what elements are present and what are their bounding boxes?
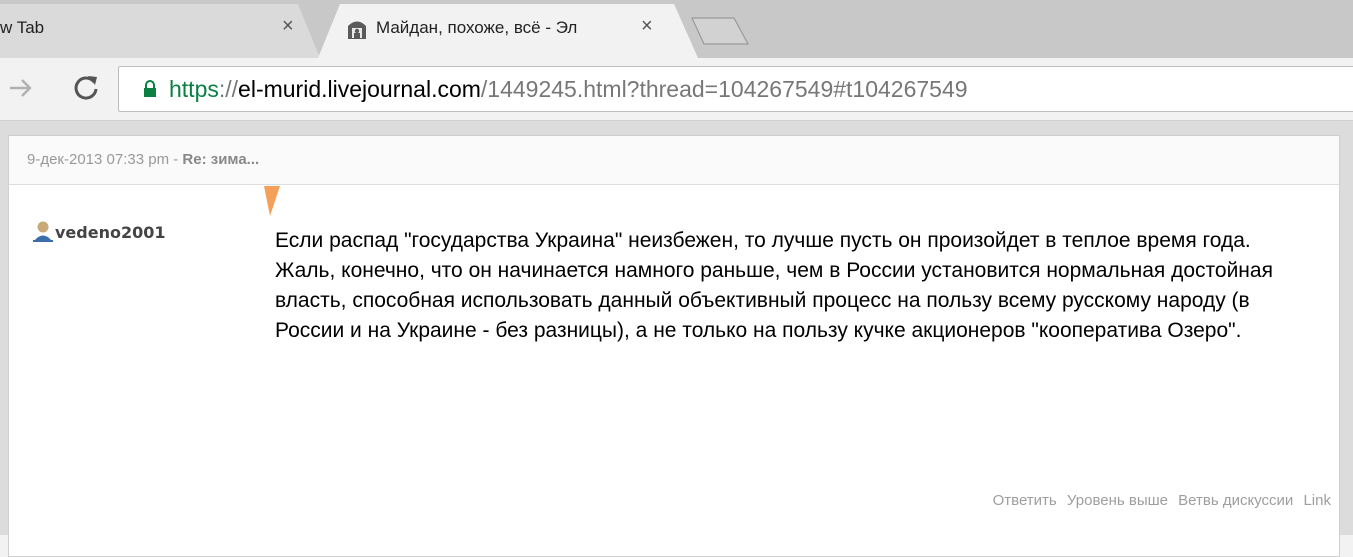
- close-icon[interactable]: ×: [641, 15, 653, 38]
- page-content: 9-дек-2013 07:33 pm - Re: зима... vedeno…: [0, 121, 1353, 557]
- comment-text: Если распад "государства Украина" неизбе…: [275, 229, 1273, 342]
- reload-icon[interactable]: [70, 72, 102, 104]
- comment-actions: Ответить Уровень выше Ветвь дискуссии Li…: [987, 492, 1331, 509]
- tab-active[interactable]: Майдан, похоже, всё - Эл ×: [318, 4, 698, 58]
- comment-subject: Re: зима...: [182, 151, 260, 168]
- browser-toolbar: https://el-murid.livejournal.com/1449245…: [0, 58, 1353, 121]
- tab-title: Майдан, похоже, всё - Эл: [376, 18, 578, 37]
- thread-link[interactable]: Ветвь дискуссии: [1178, 492, 1293, 509]
- flag-icon: [264, 186, 280, 216]
- url-text[interactable]: https://el-murid.livejournal.com/1449245…: [169, 76, 968, 103]
- comment: 9-дек-2013 07:33 pm - Re: зима... vedeno…: [8, 135, 1340, 557]
- comment-author[interactable]: vedeno2001: [33, 220, 166, 242]
- url-host: el-murid.livejournal.com: [238, 76, 481, 102]
- comment-header: 9-дек-2013 07:33 pm - Re: зима...: [9, 136, 1339, 185]
- url-scheme: https: [169, 76, 219, 102]
- reply-link[interactable]: Ответить: [993, 492, 1057, 509]
- url-separator: ://: [218, 76, 239, 102]
- forward-arrow-icon[interactable]: [4, 72, 36, 104]
- username: vedeno2001: [55, 223, 166, 242]
- favicon-icon: [348, 21, 366, 39]
- url-path: /1449245.html?thread=104267549#t10426754…: [480, 76, 968, 102]
- permalink[interactable]: Link: [1303, 492, 1331, 509]
- user-icon: [33, 221, 53, 242]
- tab-strip: w Tab × Майдан, похоже, всё - Эл ×: [0, 0, 1353, 58]
- address-bar[interactable]: https://el-murid.livejournal.com/1449245…: [118, 66, 1353, 112]
- parent-link[interactable]: Уровень выше: [1067, 492, 1168, 509]
- close-icon[interactable]: ×: [282, 15, 294, 38]
- new-tab-icon[interactable]: [690, 16, 750, 46]
- tab-new-tab[interactable]: w Tab ×: [0, 4, 320, 58]
- lock-icon: [144, 80, 156, 97]
- comment-date: 9-дек-2013 07:33 pm -: [27, 151, 183, 168]
- tab-title: w Tab: [0, 18, 45, 37]
